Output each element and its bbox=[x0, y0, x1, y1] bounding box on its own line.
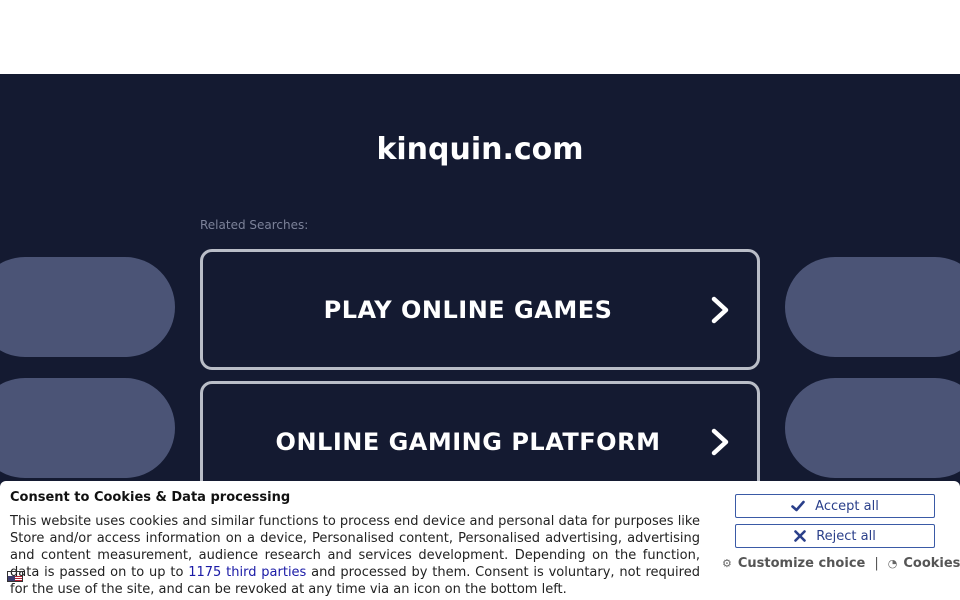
customize-choice-link[interactable]: Customize choice bbox=[738, 556, 865, 571]
decorative-pill bbox=[785, 257, 960, 357]
reject-all-button[interactable]: Reject all bbox=[735, 524, 935, 548]
consent-links: ⚙ Customize choice | ◔ Cookies bbox=[722, 556, 960, 571]
decorative-pill bbox=[0, 257, 175, 357]
accept-all-button[interactable]: Accept all bbox=[735, 494, 935, 518]
search-link-label: PLAY ONLINE GAMES bbox=[323, 295, 613, 324]
link-separator: | bbox=[874, 556, 879, 571]
top-blank-area bbox=[0, 0, 960, 74]
third-parties-link[interactable]: 1175 third parties bbox=[188, 565, 306, 580]
related-searches-label: Related Searches: bbox=[200, 218, 309, 232]
search-link-play-online-games[interactable]: PLAY ONLINE GAMES bbox=[200, 249, 760, 370]
x-icon bbox=[794, 530, 806, 542]
consent-text: This website uses cookies and similar fu… bbox=[10, 513, 700, 598]
language-flag-icon[interactable] bbox=[7, 571, 23, 582]
cookie-icon: ◔ bbox=[887, 557, 898, 570]
cookies-link[interactable]: Cookies bbox=[903, 556, 960, 571]
chevron-right-icon bbox=[711, 296, 729, 323]
accept-all-label: Accept all bbox=[815, 498, 879, 514]
gear-icon: ⚙ bbox=[722, 557, 732, 570]
consent-title: Consent to Cookies & Data processing bbox=[10, 490, 291, 505]
reject-all-label: Reject all bbox=[816, 528, 876, 544]
search-link-label: ONLINE GAMING PLATFORM bbox=[275, 427, 661, 456]
decorative-pill bbox=[785, 378, 960, 478]
chevron-right-icon bbox=[711, 428, 729, 455]
domain-title: kinquin.com bbox=[376, 132, 584, 167]
check-icon bbox=[791, 500, 805, 512]
cookie-consent-banner: Consent to Cookies & Data processing Thi… bbox=[0, 481, 960, 600]
decorative-pill bbox=[0, 378, 175, 478]
